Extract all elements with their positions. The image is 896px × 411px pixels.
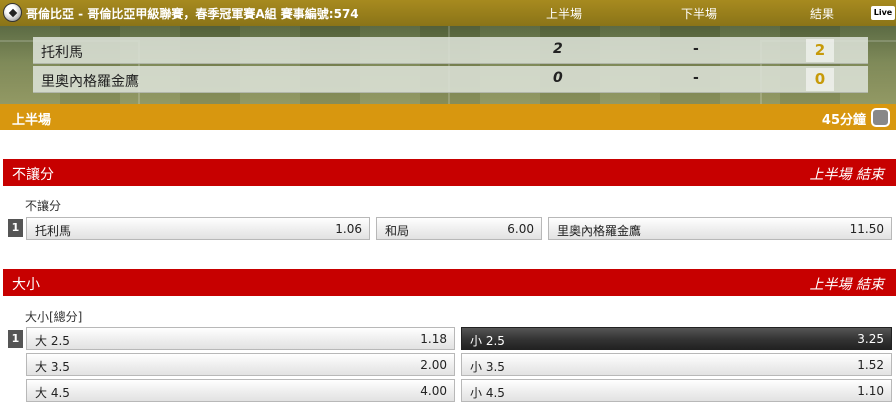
scoreboard: 哥倫比亞 - 哥倫比亞甲級聯賽，春季冠軍賽A組 賽事編號:574 上半場 下半場… [0,0,896,104]
odds-label: 小 4.5 [470,386,505,400]
odds-label: 里奧內格羅金鷹 [557,224,642,238]
odds-label: 小 3.5 [470,360,505,374]
odds-label: 小 2.5 [470,334,505,348]
odds-button-over[interactable]: 大 4.5 4.00 [26,379,455,402]
market-header-over-under[interactable]: 大小 上半場 結束 [3,269,896,296]
odds-button-over[interactable]: 大 2.5 1.18 [26,327,455,350]
column-first-half: 上半場 [546,7,583,21]
team-total-score: 0 [806,68,834,91]
odds-label: 和局 [385,224,410,238]
team-row-home: 托利馬 2 - 2 [33,37,868,64]
odds-label: 大 4.5 [35,386,70,400]
market-status: 上半場 結束 [809,167,884,183]
row-number: 1 [8,330,23,348]
team-name: 里奧內格羅金鷹 [41,74,139,90]
odds-value: 1.52 [857,358,884,372]
odds-value: 2.00 [420,358,447,372]
team-name: 托利馬 [41,45,83,61]
odds-value: 1.18 [420,332,447,346]
match-clock: 45分鐘 [821,113,866,128]
market-status: 上半場 結束 [809,277,884,293]
market-header-moneyline[interactable]: 不讓分 上半場 結束 [3,159,896,186]
column-result: 結果 [810,7,835,21]
toggle-icon[interactable] [871,108,890,127]
team-first-half-score: 0 [553,70,563,86]
match-header-bar: 哥倫比亞 - 哥倫比亞甲級聯賽，春季冠軍賽A組 賽事編號:574 上半場 下半場… [0,0,896,26]
odds-value: 11.50 [849,222,884,236]
odds-value: 6.00 [507,222,534,236]
market-sub-label: 大小[總分] [25,310,83,324]
odds-label: 大 3.5 [35,360,70,374]
odds-button-home[interactable]: 托利馬 1.06 [26,217,370,240]
market-title: 大小 [12,277,40,293]
odds-value: 4.00 [420,384,447,398]
row-number: 1 [8,219,23,237]
match-title: 哥倫比亞 - 哥倫比亞甲級聯賽，春季冠軍賽A組 賽事編號:574 [26,7,359,21]
odds-value: 1.06 [335,222,362,236]
team-total-score: 2 [806,39,834,62]
odds-value: 3.25 [857,332,884,346]
team-second-half-score: - [693,70,699,86]
match-period: 上半場 [12,113,52,128]
soccer-ball-icon [3,3,22,22]
market-title: 不讓分 [12,167,54,183]
team-row-away: 里奧內格羅金鷹 0 - 0 [33,66,868,93]
odds-button-away[interactable]: 里奧內格羅金鷹 11.50 [548,217,892,240]
odds-label: 托利馬 [35,224,72,238]
odds-label: 大 2.5 [35,334,70,348]
odds-value: 1.10 [857,384,884,398]
market-sub-label: 不讓分 [25,199,62,213]
live-badge[interactable]: Live [871,6,895,20]
odds-button-under-selected[interactable]: 小 2.5 3.25 [461,327,892,350]
odds-button-over[interactable]: 大 3.5 2.00 [26,353,455,376]
team-first-half-score: 2 [553,41,563,57]
column-second-half: 下半場 [681,7,718,21]
odds-button-under[interactable]: 小 4.5 1.10 [461,379,892,402]
odds-button-under[interactable]: 小 3.5 1.52 [461,353,892,376]
match-status-bar: 上半場 45分鐘 [0,104,896,130]
odds-button-draw[interactable]: 和局 6.00 [376,217,542,240]
team-second-half-score: - [693,41,699,57]
